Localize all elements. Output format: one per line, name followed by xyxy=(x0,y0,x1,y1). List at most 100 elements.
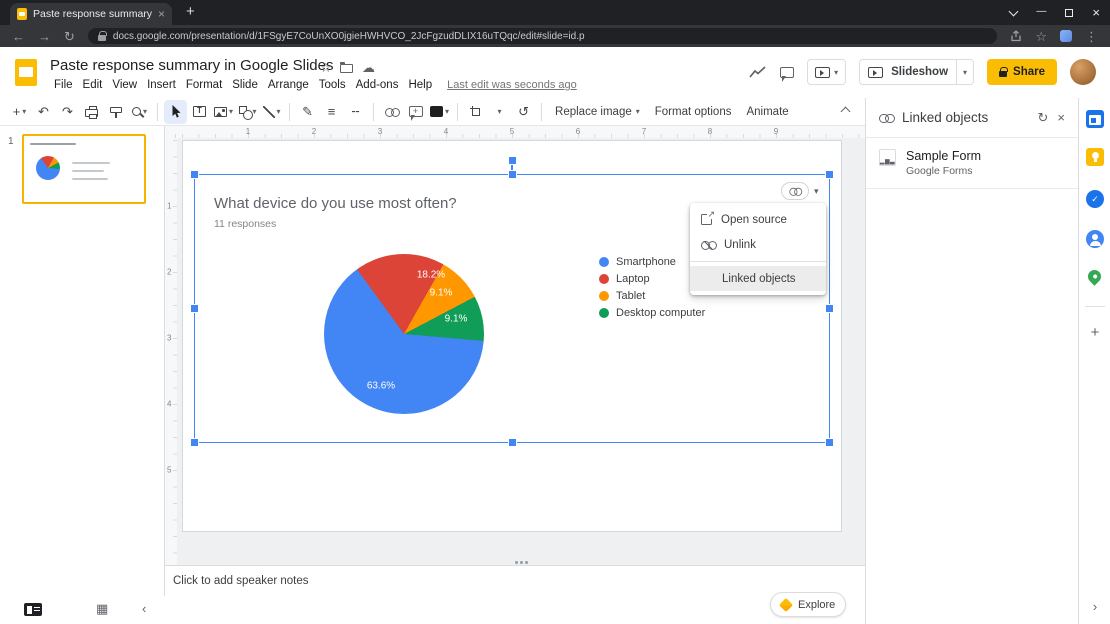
explore-button[interactable]: Explore xyxy=(770,592,847,617)
speaker-notes[interactable]: Click to add speaker notes xyxy=(165,561,865,596)
menu-file[interactable]: File xyxy=(49,77,78,93)
reset-image-button[interactable]: ↺ xyxy=(512,100,535,124)
share-page-icon[interactable] xyxy=(1010,30,1022,42)
tab-search-icon[interactable] xyxy=(1008,6,1019,16)
menu-insert[interactable]: Insert xyxy=(142,77,181,93)
slideshow-dropdown-icon[interactable]: ▾ xyxy=(957,68,973,77)
present-button[interactable]: ▾ xyxy=(807,59,847,85)
extension-icon[interactable] xyxy=(1060,30,1072,42)
insert-line-button[interactable]: ▾ xyxy=(260,100,283,124)
border-weight-button[interactable]: ≡ xyxy=(320,100,343,124)
browser-menu-icon[interactable]: ⋮ xyxy=(1085,30,1098,43)
user-avatar[interactable] xyxy=(1070,59,1096,85)
tab-close-icon[interactable]: × xyxy=(158,7,165,21)
selection-handle-top-middle[interactable] xyxy=(508,171,516,178)
selection-handle-bottom-right[interactable] xyxy=(826,439,833,446)
selection-handle-top-right[interactable] xyxy=(826,171,833,178)
speaker-notes-placeholder[interactable]: Click to add speaker notes xyxy=(173,575,309,587)
maximize-icon[interactable] xyxy=(1065,8,1074,17)
paint-format-button[interactable] xyxy=(104,100,127,124)
slide-thumbnail[interactable] xyxy=(22,134,146,204)
last-edit-link[interactable]: Last edit was seconds ago xyxy=(447,79,577,91)
format-options-button[interactable]: Format options xyxy=(648,106,739,118)
browser-tab[interactable]: Paste response summary in Goo × xyxy=(10,3,172,25)
document-title[interactable]: Paste response summary in Google Slides xyxy=(50,57,333,74)
slides-logo-icon[interactable] xyxy=(15,59,37,86)
add-addon-icon[interactable]: + xyxy=(1079,324,1110,341)
notes-resize-handle[interactable] xyxy=(515,561,528,564)
print-button[interactable] xyxy=(80,100,103,124)
address-bar[interactable]: docs.google.com/presentation/d/1FSgyE7Co… xyxy=(87,28,998,44)
insights-icon[interactable] xyxy=(749,65,767,79)
linked-chart-button[interactable] xyxy=(781,182,809,200)
share-button[interactable]: Share xyxy=(987,59,1057,85)
tasks-icon[interactable]: ✓ xyxy=(1086,190,1104,208)
undo-button[interactable]: ↶ xyxy=(32,100,55,124)
selection-handle-top-left[interactable] xyxy=(191,171,198,178)
new-slide-button[interactable]: + ▾ xyxy=(8,100,31,124)
maps-icon[interactable] xyxy=(1085,267,1104,286)
menu-item-open-source[interactable]: Open source xyxy=(690,207,826,232)
collapse-panel-icon[interactable]: › xyxy=(1079,599,1110,614)
keep-icon[interactable] xyxy=(1086,148,1104,166)
selection-handle-bottom-middle[interactable] xyxy=(508,439,516,446)
ruler-number: 2 xyxy=(167,267,172,277)
comments-icon[interactable] xyxy=(780,66,795,82)
selection-handle-middle-left[interactable] xyxy=(191,305,198,312)
zoom-button[interactable]: ▾ xyxy=(128,100,151,124)
select-tool-button[interactable] xyxy=(164,99,187,124)
selection-handle-bottom-left[interactable] xyxy=(191,439,198,446)
border-dash-button[interactable]: ╌ xyxy=(344,100,367,124)
fill-color-button[interactable]: ▾ xyxy=(428,100,451,124)
insert-shape-button[interactable]: ▾ xyxy=(236,100,259,124)
insert-link-button[interactable] xyxy=(380,100,403,124)
menu-item-unlink[interactable]: Unlink xyxy=(690,232,826,257)
ruler-number: 8 xyxy=(707,127,713,136)
refresh-icon[interactable]: ↻ xyxy=(1038,110,1049,126)
menu-help[interactable]: Help xyxy=(403,77,437,93)
collapse-toolbar-icon[interactable] xyxy=(840,106,851,117)
linked-object-item[interactable]: ▂▆▃ Sample Form Google Forms xyxy=(866,138,1078,189)
text-box-button[interactable] xyxy=(188,100,211,124)
redo-button[interactable]: ↷ xyxy=(56,100,79,124)
animate-button[interactable]: Animate xyxy=(739,106,795,118)
crop-button[interactable] xyxy=(464,100,487,124)
mask-image-button[interactable]: ▾ xyxy=(488,100,511,124)
forward-icon[interactable]: → xyxy=(38,30,51,43)
contacts-icon[interactable] xyxy=(1086,230,1104,248)
rotate-handle[interactable] xyxy=(508,157,516,164)
move-folder-icon[interactable] xyxy=(339,61,353,73)
insert-image-button[interactable]: ▾ xyxy=(212,100,235,124)
window-close-icon[interactable]: × xyxy=(1092,5,1100,20)
slide-editor[interactable]: What device do you use most often? 11 re… xyxy=(182,140,842,532)
link-icon xyxy=(879,113,895,123)
add-comment-button[interactable] xyxy=(404,100,427,124)
back-icon[interactable]: ← xyxy=(12,30,25,43)
calendar-icon[interactable] xyxy=(1086,110,1104,128)
reload-icon[interactable]: ↻ xyxy=(64,30,75,43)
menu-addons[interactable]: Add-ons xyxy=(351,77,404,93)
bookmark-star-icon[interactable]: ☆ xyxy=(1035,30,1047,43)
replace-image-button[interactable]: Replace image ▾ xyxy=(548,106,647,118)
menu-arrange[interactable]: Arrange xyxy=(263,77,314,93)
selection-handle-middle-right[interactable] xyxy=(826,305,833,312)
border-color-button[interactable]: ✎ xyxy=(296,100,319,124)
menu-tools[interactable]: Tools xyxy=(314,77,351,93)
slideshow-button[interactable]: Slideshow ▾ xyxy=(859,59,975,85)
minimize-icon[interactable]: — xyxy=(1036,6,1046,17)
star-document-icon[interactable]: ☆ xyxy=(320,60,332,76)
close-panel-icon[interactable]: × xyxy=(1057,110,1065,125)
menu-view[interactable]: View xyxy=(107,77,142,93)
legend-item: Desktop computer xyxy=(599,304,705,321)
menu-format[interactable]: Format xyxy=(181,77,227,93)
menu-edit[interactable]: Edit xyxy=(78,77,108,93)
linked-chart-dropdown-icon[interactable]: ▾ xyxy=(814,186,819,197)
collapse-filmstrip-icon[interactable]: ‹ xyxy=(142,601,146,616)
menu-item-linked-objects[interactable]: Linked objects xyxy=(690,266,826,291)
menu-slide[interactable]: Slide xyxy=(227,77,263,93)
new-tab-button[interactable]: + xyxy=(186,2,195,22)
pie-chart[interactable]: 63.6% 18.2% 9.1% 9.1% xyxy=(324,254,484,414)
filmstrip-view-button[interactable] xyxy=(24,603,42,616)
slide-canvas[interactable]: 1 2 3 4 5 6 7 8 9 1 2 3 4 5 What device do you use m… xyxy=(165,126,865,565)
grid-view-button[interactable]: ▦ xyxy=(96,601,108,617)
